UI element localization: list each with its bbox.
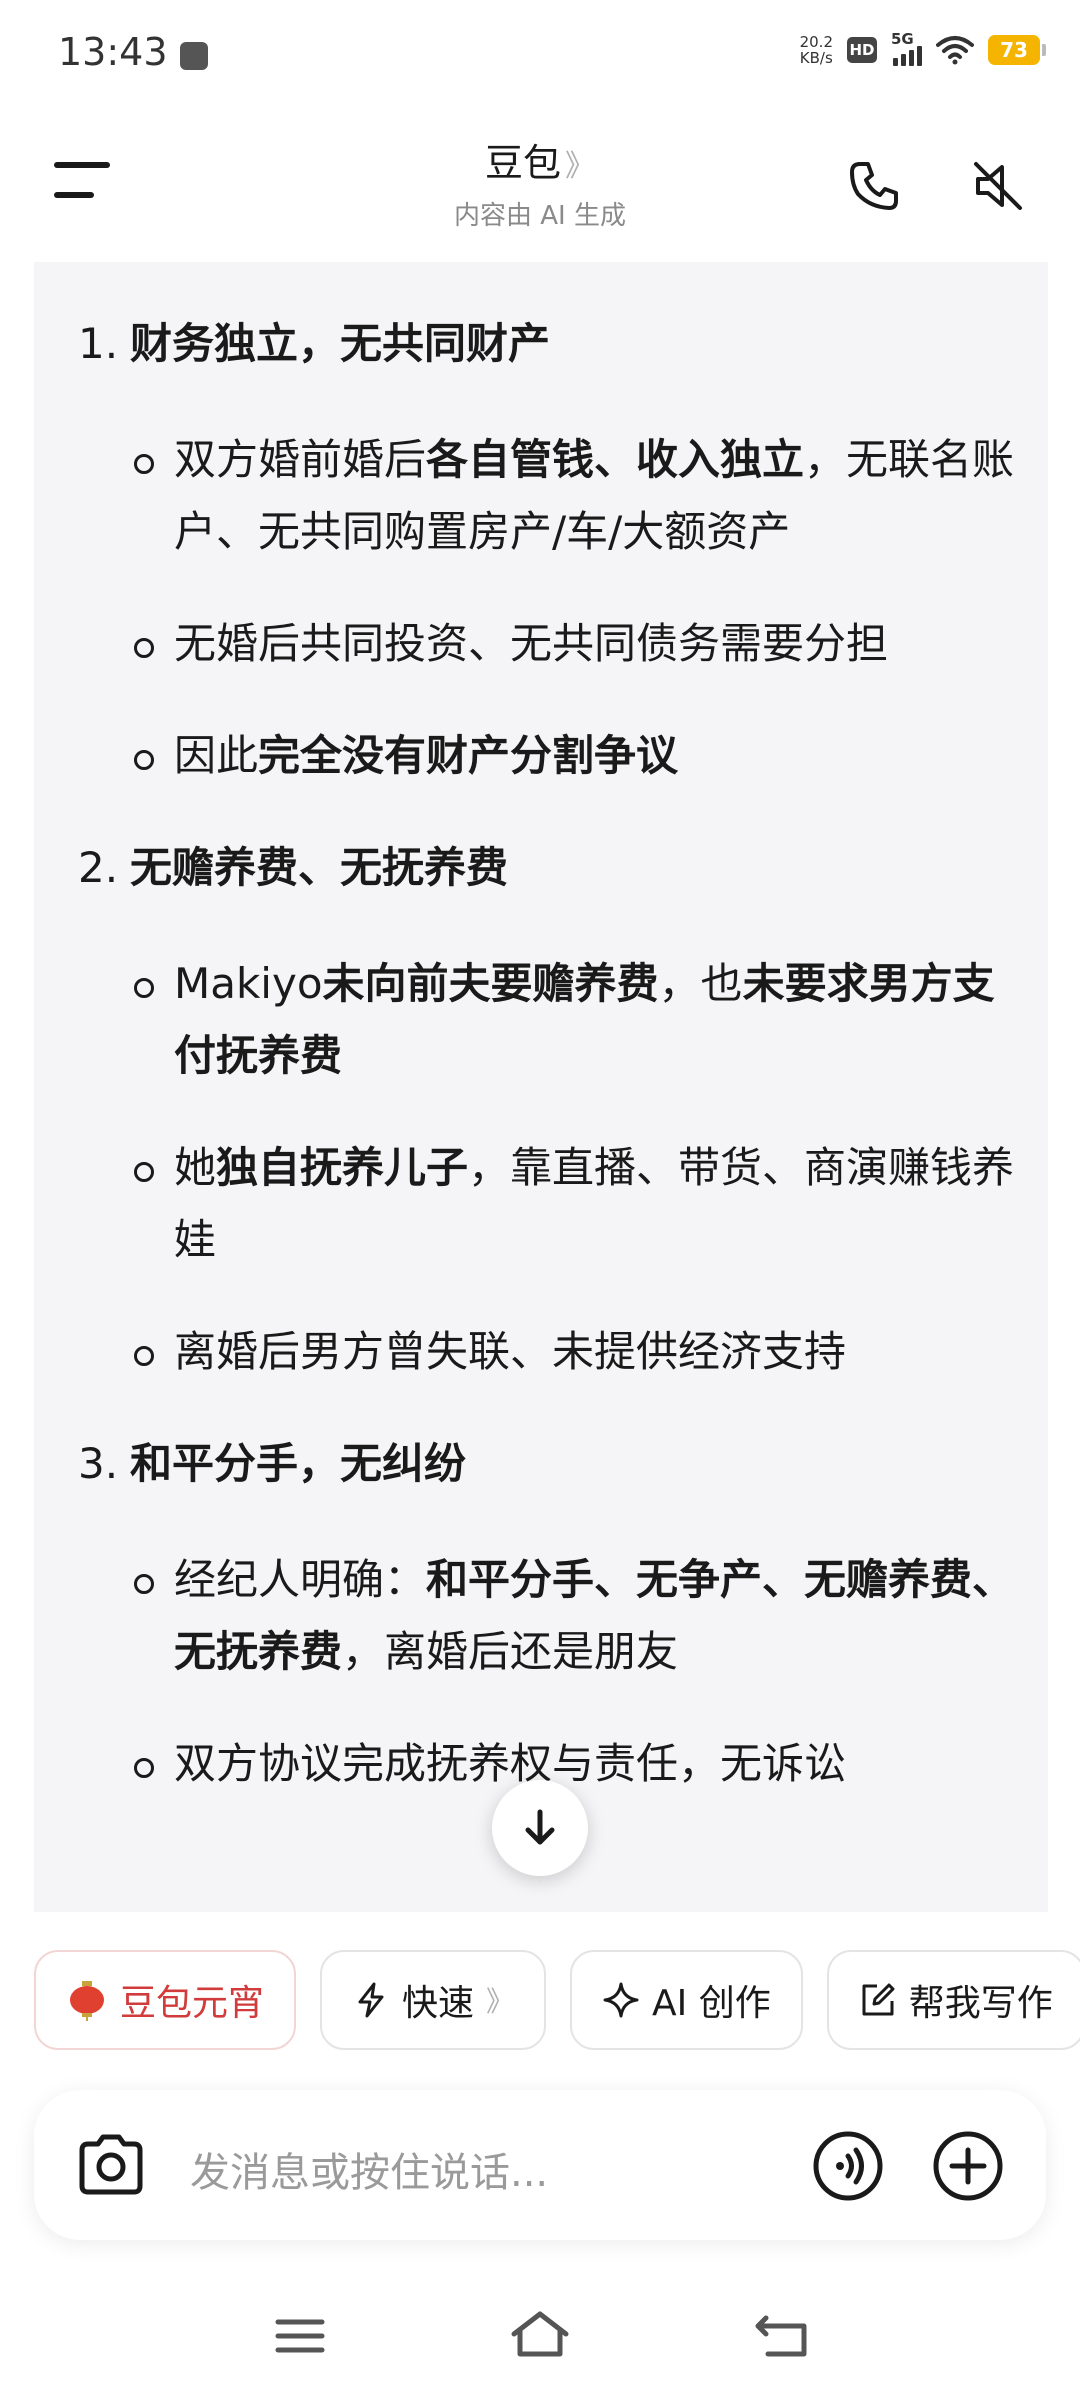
phone-call-button[interactable] [838,150,910,222]
list-item: 因此完全没有财产分割争议 [130,720,1018,792]
status-bar: 13:43 20.2 KB/s HD 5G 73 [0,0,1080,110]
chat-message: 1. 财务独立，无共同财产双方婚前婚后各自管钱、收入独立，无联名账户、无共同购置房… [34,262,1048,1912]
list-item-text: 双方协议完成抚养权与责任，无诉讼 [174,1728,1018,1800]
text-segment: ，也 [658,959,743,1008]
bullet-icon [130,1728,174,1800]
text-segment: 她 [174,1143,217,1192]
list-number: 2. [78,843,119,892]
chat-header: 豆包》 内容由 AI 生成 [0,110,1080,260]
list-item: 双方协议完成抚养权与责任，无诉讼 [130,1728,1018,1800]
list-item: 经纪人明确：和平分手、无争产、无赡养费、无抚养费，离婚后还是朋友 [130,1544,1018,1688]
list-number: 3. [78,1439,119,1488]
arrow-down-icon [525,1809,555,1845]
bold-text: 各自管钱、收入独立 [426,435,805,484]
bullet-icon [130,948,174,1092]
text-segment: ，离婚后还是朋友 [342,1627,679,1676]
text-segment: 无婚后共同投资、无共同债务需要分担 [174,619,889,668]
text-segment: 双方协议完成抚养权与责任，无诉讼 [174,1739,847,1788]
list-item: 她独自抚养儿子，靠直播、带货、商演赚钱养娃 [130,1132,1018,1276]
list-item-text: 她独自抚养儿子，靠直播、带货、商演赚钱养娃 [174,1132,1018,1276]
list-item-text: 无婚后共同投资、无共同债务需要分担 [174,608,1018,680]
text-segment: 经纪人明确： [174,1555,427,1604]
wifi-icon [936,36,974,65]
text-segment: 双方婚前婚后 [174,435,427,484]
speaker-off-icon [974,162,1022,210]
list-item: 离婚后男方曾失联、未提供经济支持 [130,1316,1018,1388]
hd-icon: HD [847,37,877,63]
lantern-icon [70,1981,104,2021]
quick-actions: 豆包元宵 快速 》 AI 创作 帮我写作 [34,1950,1080,2050]
list-heading-text: 财务独立，无共同财产 [130,319,551,368]
plus-icon[interactable] [932,2130,1004,2202]
chip-help-write[interactable]: 帮我写作 [826,1950,1080,2050]
edit-icon [862,1983,895,2016]
message-body: 1. 财务独立，无共同财产双方婚前婚后各自管钱、收入独立，无联名账户、无共同购置房… [78,302,1018,1840]
list-item-text: Makiyo未向前夫要赡养费，也未要求男方支付抚养费 [174,948,1018,1092]
voice-call-icon[interactable] [812,2130,884,2202]
message-input[interactable]: 发消息或按住说话... [190,2140,548,2198]
status-indicators: 20.2 KB/s HD 5G 73 [799,30,1046,67]
chevron-right-icon: 》 [565,149,595,184]
text-segment: 因此 [174,731,259,780]
home-icon[interactable] [508,2308,572,2360]
recent-apps-icon[interactable] [272,2314,328,2358]
scroll-to-bottom-button[interactable] [492,1780,588,1876]
list-heading: 1. 财务独立，无共同财产 [78,308,1018,380]
phone-icon [850,162,898,210]
list-item-text: 双方婚前婚后各自管钱、收入独立，无联名账户、无共同购置房产/车/大额资产 [174,424,1018,568]
list-item-text: 因此完全没有财产分割争议 [174,720,1018,792]
list-item-text: 经纪人明确：和平分手、无争产、无赡养费、无抚养费，离婚后还是朋友 [174,1544,1018,1688]
chip-ai-create[interactable]: AI 创作 [570,1950,803,2050]
bullet-icon [130,424,174,568]
chip-lantern[interactable]: 豆包元宵 [34,1950,297,2050]
network-speed: 20.2 KB/s [799,33,833,67]
list-heading-text: 和平分手，无纠纷 [130,1439,467,1488]
list-heading: 2. 无赡养费、无抚养费 [78,832,1018,904]
list-item: Makiyo未向前夫要赡养费，也未要求男方支付抚养费 [130,948,1018,1092]
bullet-icon [130,1544,174,1688]
list-heading: 3. 和平分手，无纠纷 [78,1428,1018,1500]
page-title[interactable]: 豆包》 [0,132,1080,187]
text-segment: Makiyo [174,959,323,1008]
system-nav-bar [0,2290,1080,2400]
bold-text: 独自抚养儿子 [216,1143,469,1192]
bullet-icon [130,608,174,680]
status-time: 13:43 [58,30,168,74]
sparkle-icon [603,1982,639,2018]
list-heading-text: 无赡养费、无抚养费 [130,843,509,892]
list-item-text: 离婚后男方曾失联、未提供经济支持 [174,1316,1018,1388]
chip-fast[interactable]: 快速 》 [320,1950,547,2050]
mute-button[interactable] [962,150,1034,222]
bullet-icon [130,1316,174,1388]
back-icon[interactable] [752,2310,812,2360]
bullet-icon [130,1132,174,1276]
camera-icon[interactable] [76,2132,146,2198]
page-subtitle: 内容由 AI 生成 [454,201,626,231]
bullet-icon [130,720,174,792]
text-segment: 离婚后男方曾失联、未提供经济支持 [174,1327,847,1376]
battery-icon: 73 [988,35,1046,65]
list-item: 无婚后共同投资、无共同债务需要分担 [130,608,1018,680]
chevron-right-icon: 》 [486,1985,515,2018]
title-area[interactable]: 豆包》 内容由 AI 生成 [0,132,1080,232]
message-input-bar: 发消息或按住说话... [34,2090,1046,2240]
bold-text: 完全没有财产分割争议 [258,731,679,780]
list-item: 双方婚前婚后各自管钱、收入独立，无联名账户、无共同购置房产/车/大额资产 [130,424,1018,568]
bold-text: 未向前夫要赡养费 [322,959,659,1008]
lightning-icon [358,1982,384,2018]
list-number: 1. [78,319,119,368]
signal-icon: 5G [891,30,922,66]
notification-icon [180,42,208,70]
